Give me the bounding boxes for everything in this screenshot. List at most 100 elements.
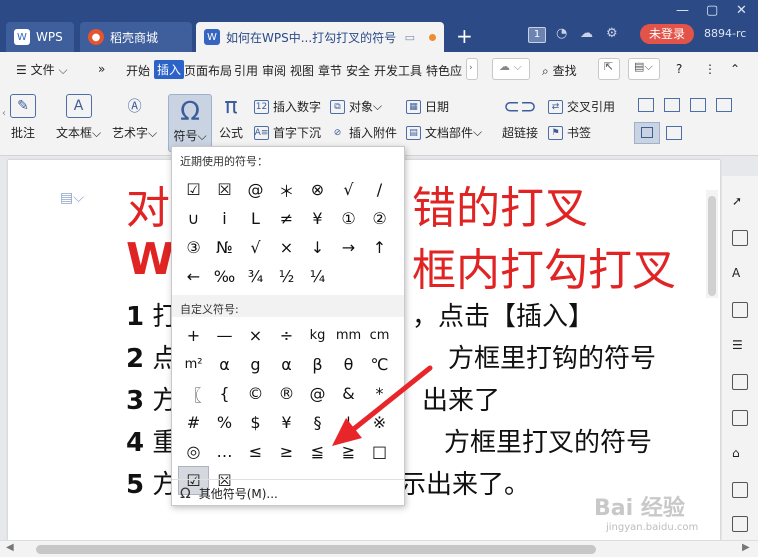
textbox-button[interactable]: A 文本框⌵ (56, 94, 101, 141)
wordart-button[interactable]: Ⓐ 艺术字⌵ (112, 94, 157, 141)
symbol-cell[interactable]: m² (178, 350, 209, 379)
close-window-icon[interactable]: ✕ (736, 3, 747, 18)
insert-attachment-button[interactable]: ⊘ 插入附件 (330, 124, 397, 141)
skin-icon[interactable]: ◔ (556, 26, 567, 41)
symbol-cell[interactable]: ② (364, 204, 395, 233)
vertical-scroll-thumb[interactable] (708, 196, 716, 296)
doc-parts-button[interactable]: ▤ 文档部件 ⌵ (406, 124, 482, 141)
vertical-scrollbar[interactable] (706, 190, 718, 298)
symbol-cell[interactable]: ＊ (271, 175, 302, 204)
symbol-cell[interactable]: i (209, 204, 240, 233)
symbol-cell[interactable]: ⊗ (302, 175, 333, 204)
symbol-cell[interactable]: § (302, 408, 333, 437)
symbol-cell[interactable]: ≧ (333, 437, 364, 466)
tab-docer-store[interactable]: ● 稻壳商城 (80, 22, 192, 52)
horizontal-scroll-thumb[interactable] (36, 545, 596, 554)
symbol-cell[interactable]: ∪ (178, 204, 209, 233)
symbol-cell[interactable]: — (209, 321, 240, 350)
tab-features[interactable]: 特色应 (426, 62, 462, 79)
hyperlink-button[interactable]: ⊂⊃ 超链接 (502, 94, 538, 141)
symbol-cell[interactable]: ® (271, 379, 302, 408)
symbol-cell[interactable]: → (333, 233, 364, 262)
symbol-cell[interactable]: 〖 (178, 379, 209, 408)
minimize-icon[interactable]: — (676, 3, 689, 18)
symbol-cell[interactable]: ¾ (240, 262, 271, 291)
object-button[interactable]: ⧉ 对象 ⌵ (330, 98, 382, 115)
settings-icon[interactable]: ⚙ (606, 26, 618, 41)
cloud-upload-button[interactable]: ☁ ⌵ (492, 58, 530, 80)
more-symbols-button[interactable]: Ω 其他符号(M)... (180, 485, 278, 502)
more-options-button[interactable]: ▤⌵ (628, 58, 660, 80)
date-button[interactable]: ▦ 日期 (406, 98, 449, 115)
adjust-icon[interactable]: ☰ (732, 338, 748, 354)
tab-page-layout[interactable]: 页面布局 (184, 62, 232, 79)
symbol-cell[interactable]: ≥ (271, 437, 302, 466)
share-button[interactable]: ⇱ (598, 58, 620, 80)
symbol-cell[interactable]: ☒ (209, 175, 240, 204)
tab-chapter[interactable]: 章节 (318, 62, 342, 79)
page-break-icon[interactable] (666, 126, 682, 140)
symbol-cell[interactable]: ① (333, 204, 364, 233)
watermark-icon[interactable] (716, 98, 732, 112)
symbol-cell[interactable]: ¥ (271, 408, 302, 437)
horizontal-scrollbar[interactable]: ◀ ▶ (0, 540, 758, 557)
symbol-cell[interactable]: cm (364, 321, 395, 350)
symbol-cell[interactable]: ¦ (333, 408, 364, 437)
more-dots-icon[interactable]: ⋮ (704, 62, 716, 76)
scroll-right-icon[interactable]: ▶ (742, 542, 750, 553)
tab-references[interactable]: 引用 (234, 62, 258, 79)
gallery-icon[interactable] (732, 516, 748, 532)
symbol-cell[interactable]: ‰ (209, 262, 240, 291)
symbol-cell[interactable]: β (302, 350, 333, 379)
symbol-cell[interactable]: ③ (178, 233, 209, 262)
symbol-cell[interactable]: θ (333, 350, 364, 379)
symbol-cell[interactable]: # (178, 408, 209, 437)
new-tab-button[interactable]: + (456, 24, 473, 48)
drop-cap-button[interactable]: A≡ 首字下沉 (254, 124, 321, 141)
tab-developer[interactable]: 开发工具 (374, 62, 422, 79)
formula-button[interactable]: π 公式 (218, 94, 244, 141)
symbol-cell[interactable]: ← (178, 262, 209, 291)
symbol-cell[interactable]: □ (364, 437, 395, 466)
bookmark-button[interactable]: ⚑ 书签 (548, 124, 591, 141)
tab-view[interactable]: 视图 (290, 62, 314, 79)
symbol-cell[interactable]: & (333, 379, 364, 408)
collapse-ribbon-icon[interactable]: ⌃ (730, 62, 740, 76)
symbol-cell[interactable]: № (209, 233, 240, 262)
symbol-cell[interactable]: α (271, 350, 302, 379)
symbol-cell[interactable]: © (240, 379, 271, 408)
tag-icon[interactable]: ⌂ (732, 446, 748, 462)
symbol-cell[interactable]: √ (240, 233, 271, 262)
blank-page-button[interactable] (634, 122, 660, 144)
symbol-cell[interactable]: ↓ (302, 233, 333, 262)
archive-icon[interactable] (732, 482, 748, 498)
cursor-select-icon[interactable]: ➚ (732, 194, 748, 210)
symbol-cell[interactable]: × (271, 233, 302, 262)
symbol-cell[interactable]: @ (240, 175, 271, 204)
search-button[interactable]: ⌕ 查找 (542, 62, 577, 79)
footer-icon[interactable] (664, 98, 680, 112)
symbol-cell[interactable]: / (364, 175, 395, 204)
cross-ref-button[interactable]: ⇄ 交叉引用 (548, 98, 615, 115)
text-style-icon[interactable]: A (732, 266, 748, 282)
window-count-badge[interactable]: 1 (528, 27, 546, 43)
symbol-cell[interactable]: ☑ (178, 175, 209, 204)
symbol-cell[interactable]: % (209, 408, 240, 437)
header-icon[interactable] (638, 98, 654, 112)
symbol-cell[interactable]: * (364, 379, 395, 408)
comment-button[interactable]: ✎ 批注 (10, 94, 36, 141)
expand-menu-icon[interactable]: » (98, 62, 105, 76)
page-number-icon[interactable] (690, 98, 706, 112)
symbol-cell[interactable]: ≤ (240, 437, 271, 466)
symbol-cell[interactable]: ÷ (271, 321, 302, 350)
symbol-cell[interactable]: { (209, 379, 240, 408)
symbol-cell[interactable]: × (240, 321, 271, 350)
ribbon-scroll-left-icon[interactable]: ‹ (2, 108, 6, 119)
symbol-button[interactable]: Ω 符号⌵ (168, 94, 212, 152)
picture-icon[interactable] (732, 374, 748, 390)
restore-icon[interactable]: ▢ (706, 3, 718, 18)
login-button[interactable]: 未登录 (640, 24, 694, 44)
tab-security[interactable]: 安全 (346, 62, 370, 79)
help-icon[interactable]: ? (676, 62, 682, 76)
symbol-cell[interactable]: ℃ (364, 350, 395, 379)
